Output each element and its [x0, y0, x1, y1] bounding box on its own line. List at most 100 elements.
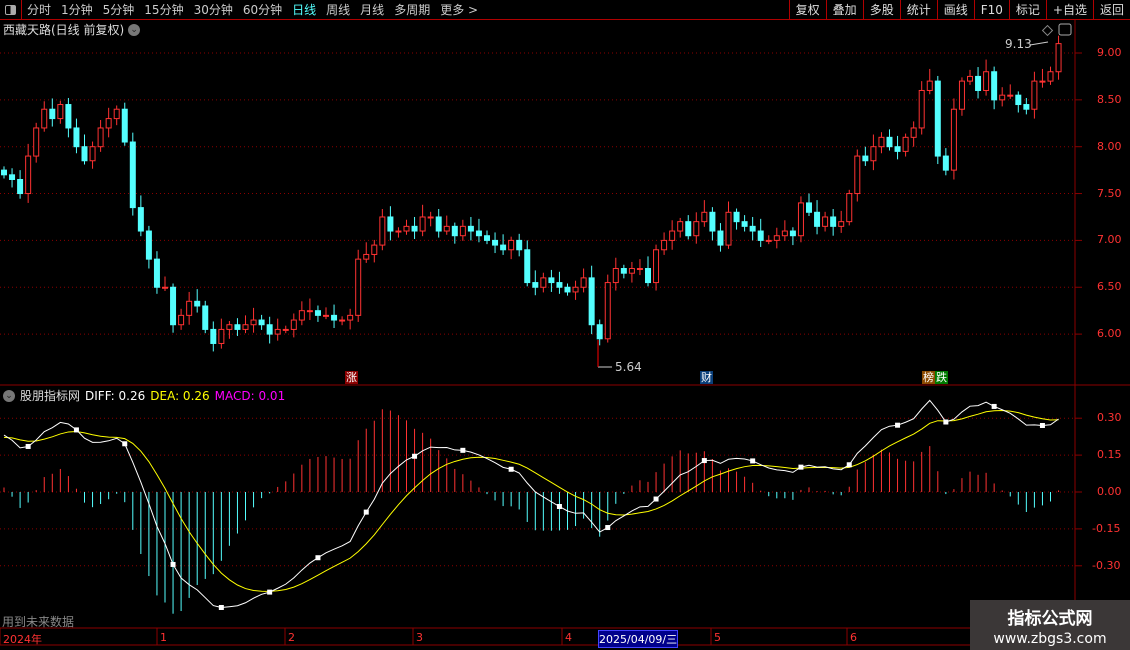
- candle-body: [57, 104, 64, 120]
- candle-body: [661, 239, 668, 251]
- candle-body: [298, 310, 305, 321]
- candle-body: [403, 225, 410, 232]
- diff-point: [73, 427, 79, 433]
- candle-body: [339, 319, 346, 322]
- candle-body: [1039, 80, 1046, 83]
- candle-body: [725, 211, 732, 246]
- candle-body: [194, 300, 201, 307]
- candle-body: [967, 75, 973, 82]
- diff-point: [363, 509, 369, 515]
- candle-body: [862, 155, 869, 162]
- candle-body: [387, 216, 394, 232]
- candle-body: [685, 221, 692, 237]
- date-tick: 2025/04/09/三: [598, 630, 679, 648]
- diff-point: [460, 447, 466, 453]
- event-marker: 涨: [345, 371, 358, 384]
- candle-body: [942, 155, 949, 171]
- candle-body: [789, 230, 796, 237]
- macd-tick: -0.15: [1092, 521, 1121, 535]
- candle-body: [419, 216, 426, 232]
- price-tick: 9.00: [1097, 46, 1122, 59]
- candle-body: [25, 155, 32, 195]
- candle-body: [500, 244, 507, 251]
- diff-point: [605, 525, 611, 531]
- candle-body: [886, 136, 893, 148]
- panel-toggle-icon: [1058, 23, 1072, 36]
- candle-body: [306, 310, 313, 313]
- candle-body: [266, 324, 273, 335]
- candle-body: [846, 193, 853, 223]
- candle-body: [669, 230, 676, 241]
- candle-body: [121, 108, 128, 143]
- chevron-down-icon[interactable]: ⌄: [3, 389, 15, 402]
- candle-body: [73, 127, 80, 148]
- candle-body: [9, 174, 16, 180]
- candle-body: [363, 253, 370, 260]
- candle-body: [540, 277, 547, 288]
- candle-body: [33, 127, 40, 157]
- candle-body: [741, 221, 748, 227]
- price-tick: 7.00: [1097, 233, 1122, 247]
- candle-body: [830, 216, 837, 227]
- watermark-logo: 指标公式网 www.zbgs3.com: [970, 600, 1130, 650]
- kline-chart[interactable]: [0, 0, 1130, 650]
- diff-point: [846, 462, 852, 468]
- candle-body: [958, 80, 965, 110]
- candle-body: [604, 282, 611, 340]
- candle-body: [717, 230, 724, 246]
- diff-point: [315, 555, 321, 561]
- macd-tick: 0.00: [1097, 485, 1122, 498]
- diff-point: [1039, 422, 1045, 428]
- candle-body: [65, 104, 72, 129]
- date-tick: 2024年: [3, 633, 42, 646]
- candle-body: [636, 268, 643, 271]
- candle-body: [1055, 43, 1062, 73]
- candle-body: [588, 277, 595, 326]
- candle-body: [620, 268, 627, 274]
- diff-point: [170, 561, 176, 567]
- diff-point: [218, 604, 224, 610]
- candle-body: [1047, 71, 1054, 82]
- date-tick: 4: [565, 631, 572, 644]
- candle-body: [693, 221, 700, 237]
- candle-body: [991, 71, 998, 101]
- candle-body: [854, 155, 861, 195]
- candle-body: [902, 136, 909, 152]
- diff-point: [267, 589, 273, 595]
- candle-body: [701, 211, 708, 223]
- candle-body: [1007, 94, 1014, 97]
- candle-body: [170, 286, 177, 326]
- candle-body: [596, 324, 603, 340]
- candle-body: [709, 211, 716, 232]
- diff-point: [750, 458, 756, 464]
- diff-point: [701, 458, 707, 464]
- future-data-note: 用到未来数据: [2, 615, 75, 629]
- candle-body: [347, 314, 354, 321]
- candle-body: [645, 268, 651, 284]
- candle-body: [178, 314, 185, 326]
- diff-point: [895, 422, 901, 428]
- price-tick: 8.50: [1097, 92, 1122, 106]
- diff-point: [25, 443, 31, 449]
- price-tick: 6.00: [1097, 327, 1122, 341]
- indicator-title: ⌄ 股朋指标网 DIFF: 0.26 DEA: 0.26 MACD: 0.01: [3, 387, 285, 404]
- candle-body: [1015, 94, 1022, 106]
- event-marker: 财: [700, 371, 713, 384]
- candle-body: [1, 169, 7, 176]
- price-tick: 7.50: [1097, 186, 1122, 200]
- candle-body: [653, 249, 660, 284]
- candle-body: [49, 108, 56, 120]
- candle-body: [1031, 80, 1038, 110]
- candle-body: [202, 305, 209, 330]
- candle-body: [749, 225, 756, 232]
- low-price-label: 5.64: [615, 360, 642, 374]
- candle-body: [878, 136, 885, 148]
- candle-body: [226, 324, 233, 330]
- date-tick: 1: [160, 631, 167, 644]
- candle-body: [934, 80, 941, 157]
- candle-body: [532, 282, 539, 288]
- candle-body: [451, 225, 458, 237]
- diff-point: [556, 504, 562, 510]
- candle-body: [145, 230, 152, 260]
- candle-body: [781, 230, 788, 237]
